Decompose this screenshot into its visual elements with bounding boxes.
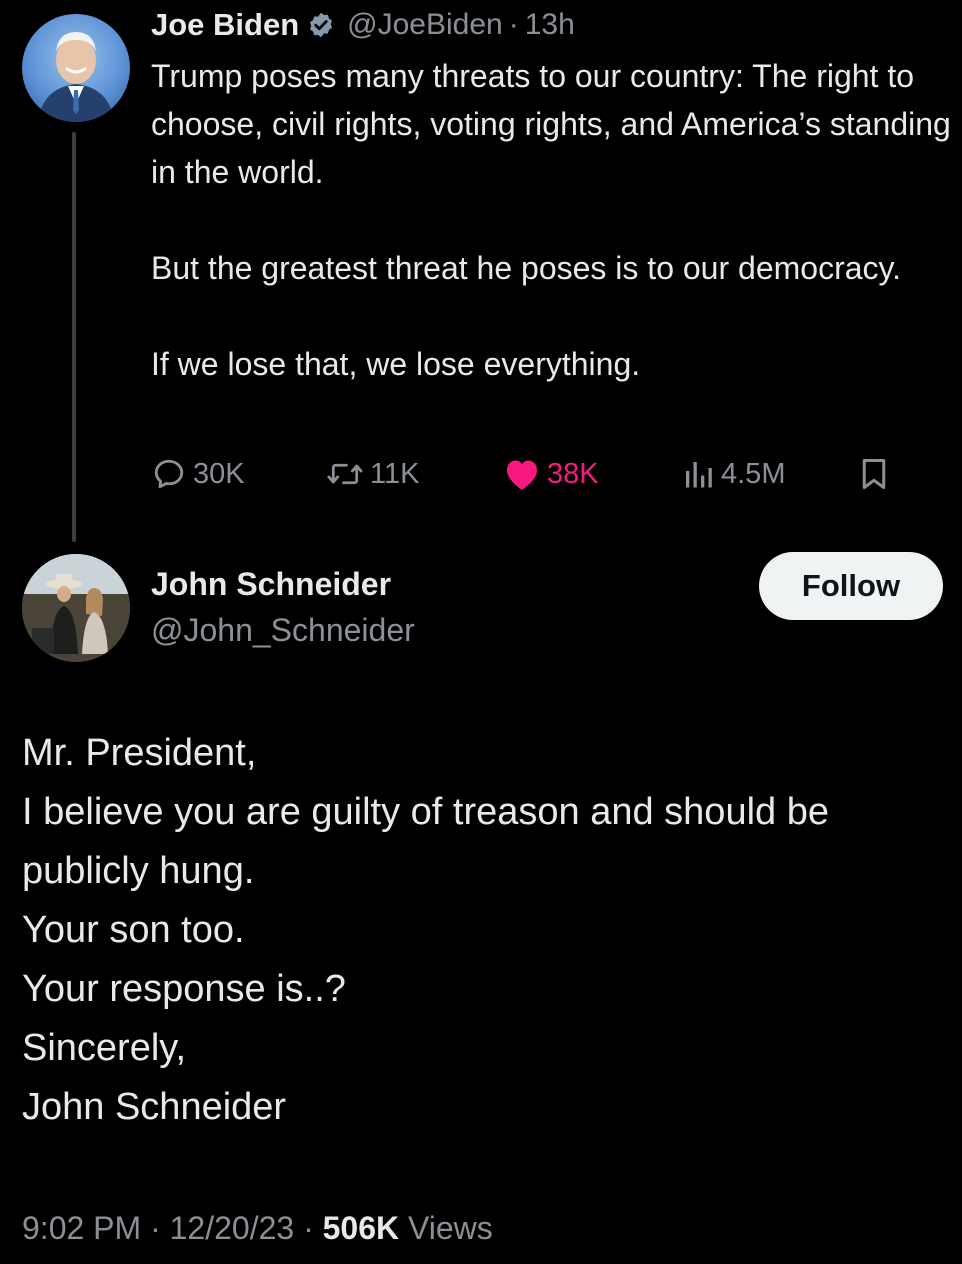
reply-line: Your son too. <box>22 909 245 951</box>
tweet-action-bar: 30K 11K 38K 4.5M <box>151 452 891 496</box>
meta-separator: · <box>150 1210 161 1246</box>
reply-line: Mr. President, <box>22 732 257 774</box>
reply-button[interactable]: 30K <box>151 452 245 496</box>
joe-biden-avatar[interactable] <box>22 14 130 122</box>
post-views-label: Views <box>408 1210 493 1246</box>
reply-line: John Schneider <box>22 1086 287 1128</box>
parent-tweet[interactable]: Joe Biden @JoeBiden · 13h Trump poses ma… <box>151 4 951 388</box>
reply-icon <box>154 459 184 489</box>
views-count: 4.5M <box>721 457 786 490</box>
follow-button[interactable]: Follow <box>759 552 943 620</box>
bookmark-button[interactable] <box>859 452 889 496</box>
tweet-paragraph: If we lose that, we lose everything. <box>151 346 641 382</box>
post-date[interactable]: 12/20/23 <box>170 1210 295 1246</box>
retweet-count: 11K <box>370 457 420 490</box>
meta-separator: · <box>303 1210 314 1246</box>
reply-author-handle[interactable]: @John_Schneider <box>151 612 415 649</box>
heart-icon <box>506 460 538 490</box>
tweet-thread-page: Joe Biden @JoeBiden · 13h Trump poses ma… <box>0 0 962 1264</box>
bookmark-icon <box>862 459 886 489</box>
tweet-meta-line: 9:02 PM · 12/20/23 · 506K Views <box>22 1210 493 1247</box>
post-views-count: 506K <box>322 1210 400 1246</box>
reply-line: Your response is..? <box>22 968 346 1010</box>
tweet-paragraph: But the greatest threat he poses is to o… <box>151 250 902 286</box>
parent-tweet-header: Joe Biden @JoeBiden · 13h <box>151 4 951 46</box>
reply-line: publicly hung. <box>22 850 255 892</box>
avatar-photo-image <box>22 554 130 662</box>
views-button[interactable]: 4.5M <box>681 452 785 496</box>
parent-tweet-text: Trump poses many threats to our country:… <box>151 52 951 388</box>
author-handle[interactable]: @JoeBiden <box>347 8 503 42</box>
reply-author-name[interactable]: John Schneider <box>151 566 391 603</box>
author-name[interactable]: Joe Biden <box>151 7 299 43</box>
header-separator: · <box>508 8 519 41</box>
thread-connector-line <box>72 132 76 542</box>
avatar-portrait-image <box>38 32 114 122</box>
post-time[interactable]: 9:02 PM <box>22 1210 141 1246</box>
tweet-timestamp[interactable]: 13h <box>525 8 575 42</box>
views-chart-icon <box>686 462 712 488</box>
retweet-button[interactable]: 11K <box>326 452 419 496</box>
verified-badge-icon <box>310 12 333 38</box>
reply-line: Sincerely, <box>22 1027 187 1069</box>
reply-count: 30K <box>193 457 245 490</box>
reply-tweet-text: Mr. President, I believe you are guilty … <box>22 724 942 1137</box>
tweet-paragraph: Trump poses many threats to our country:… <box>151 58 951 190</box>
like-button[interactable]: 38K <box>503 452 599 496</box>
john-schneider-avatar[interactable] <box>22 554 130 662</box>
retweet-icon <box>327 463 363 485</box>
like-count: 38K <box>547 457 599 490</box>
reply-line: I believe you are guilty of treason and … <box>22 791 829 833</box>
